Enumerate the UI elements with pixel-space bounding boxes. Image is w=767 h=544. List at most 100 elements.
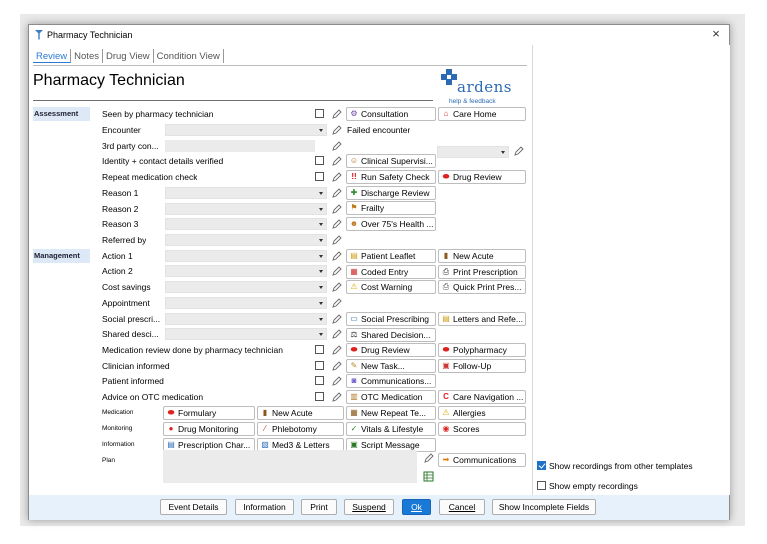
dropdown-reason3[interactable] <box>165 218 327 230</box>
pencil-icon[interactable] <box>331 188 342 199</box>
checkbox-otc-advice[interactable] <box>315 392 324 401</box>
scores-button[interactable]: ◉ Scores <box>438 422 526 436</box>
suspend-button[interactable]: Suspend <box>344 499 394 515</box>
checkbox-clinician-informed[interactable] <box>315 361 324 370</box>
pencil-icon[interactable] <box>331 392 342 403</box>
pencil-icon[interactable] <box>331 298 342 309</box>
checkbox-identity[interactable] <box>315 156 324 165</box>
textbox-3rd-party[interactable] <box>165 140 315 152</box>
care-home-button[interactable]: ⌂ Care Home <box>438 107 526 121</box>
frailty-button[interactable]: ⚑ Frailty <box>346 201 436 215</box>
checkbox-patient-informed[interactable] <box>315 376 324 385</box>
pencil-icon[interactable] <box>331 345 342 356</box>
new-task-button[interactable]: ✎ New Task... <box>346 359 436 373</box>
dropdown-failed-encounter[interactable] <box>437 146 509 158</box>
cancel-button[interactable]: Cancel <box>439 499 485 515</box>
pencil-icon[interactable] <box>331 109 342 120</box>
option-show-other-recordings[interactable]: Show recordings from other templates <box>537 461 693 471</box>
checkbox-checked[interactable] <box>537 461 546 470</box>
help-feedback-link[interactable]: help & feedback <box>449 98 496 105</box>
dropdown-cost-savings[interactable] <box>165 281 327 293</box>
print-button[interactable]: Print <box>301 499 337 515</box>
shared-decision-button[interactable]: ⚖ Shared Decision... <box>346 328 436 342</box>
alert-circle-icon: ● <box>168 424 174 433</box>
drug-review-button[interactable]: ⬬ Drug Review <box>438 170 526 184</box>
follow-up-button[interactable]: ▣ Follow-Up <box>438 359 526 373</box>
pencil-icon[interactable] <box>331 235 342 246</box>
clinical-supervision-button[interactable]: ☺ Clinical Supervisi... <box>346 154 436 168</box>
consultation-button[interactable]: ⚙ Consultation <box>346 107 436 121</box>
close-icon[interactable]: × <box>709 27 723 41</box>
new-acute-button[interactable]: ▮ New Acute <box>438 249 526 263</box>
print-prescription-button[interactable]: ⎙ Print Prescription <box>438 265 526 279</box>
checkbox-unchecked[interactable] <box>537 481 546 490</box>
pencil-icon[interactable] <box>331 361 342 372</box>
right-panel <box>532 45 730 495</box>
cost-warning-button[interactable]: ⚠ Cost Warning <box>346 280 436 294</box>
checkbox-seen[interactable] <box>315 109 324 118</box>
formulary-button[interactable]: ⬬ Formulary <box>163 406 255 420</box>
dropdown-appointment[interactable] <box>165 297 327 309</box>
patient-leaflet-button[interactable]: ▤ Patient Leaflet <box>346 249 436 263</box>
communications-button-2[interactable]: ➡ Communications <box>438 453 526 467</box>
drug-monitoring-button[interactable]: ● Drug Monitoring <box>163 422 255 436</box>
allergies-button[interactable]: ⚠ Allergies <box>438 406 526 420</box>
dropdown-social-prescri[interactable] <box>165 313 327 325</box>
over-75-health-button[interactable]: ☻ Over 75's Health ... <box>346 217 436 231</box>
chevron-down-icon <box>319 286 323 289</box>
coded-entry-button[interactable]: ▦ Coded Entry <box>346 265 436 279</box>
information-button[interactable]: Information <box>235 499 294 515</box>
drug-review-button-2[interactable]: ⬬ Drug Review <box>346 343 436 357</box>
polypharmacy-button[interactable]: ⬬ Polypharmacy <box>438 343 526 357</box>
pencil-icon[interactable] <box>513 146 524 157</box>
option-show-empty-recordings[interactable]: Show empty recordings <box>537 481 638 491</box>
pencil-icon[interactable] <box>331 125 342 136</box>
ok-button[interactable]: Ok <box>402 499 431 515</box>
calendar-icon: ▣ <box>442 361 450 370</box>
pencil-icon[interactable] <box>423 453 434 464</box>
pencil-icon[interactable] <box>331 329 342 340</box>
dropdown-referred-by[interactable] <box>165 234 327 246</box>
pencil-icon[interactable] <box>331 156 342 167</box>
chevron-down-icon <box>319 302 323 305</box>
spreadsheet-icon[interactable] <box>423 471 434 482</box>
plan-textarea[interactable] <box>163 450 417 483</box>
label-medication: Medication <box>102 409 134 416</box>
communications-button[interactable]: ◙ Communications... <box>346 374 436 388</box>
dropdown-encounter[interactable] <box>165 124 327 136</box>
pencil-icon[interactable] <box>331 219 342 230</box>
new-repeat-button[interactable]: ▦ New Repeat Te... <box>346 406 436 420</box>
letters-referrals-button[interactable]: ▤ Letters and Refe... <box>438 312 526 326</box>
new-acute-button-2[interactable]: ▮ New Acute <box>257 406 344 420</box>
phlebotomy-button[interactable]: ⁄ Phlebotomy <box>257 422 344 436</box>
pencil-icon[interactable] <box>331 314 342 325</box>
pencil-icon[interactable] <box>331 282 342 293</box>
dropdown-reason1[interactable] <box>165 187 327 199</box>
quick-print-button[interactable]: ⎙ Quick Print Pres... <box>438 280 526 294</box>
care-navigation-button[interactable]: C Care Navigation ... <box>438 390 526 404</box>
dropdown-action1[interactable] <box>165 250 327 262</box>
ardens-logo[interactable]: ardens help & feedback <box>437 69 511 109</box>
checkbox-med-review[interactable] <box>315 345 324 354</box>
pencil-icon[interactable] <box>331 266 342 277</box>
event-details-button[interactable]: Event Details <box>160 499 227 515</box>
scales-icon: ⚖ <box>350 330 358 339</box>
checkbox-repeat-med[interactable] <box>315 172 324 181</box>
pencil-icon[interactable] <box>331 141 342 152</box>
dropdown-reason2[interactable] <box>165 203 327 215</box>
chevron-down-icon <box>319 333 323 336</box>
pencil-icon[interactable] <box>331 172 342 183</box>
dropdown-shared-desci[interactable] <box>165 328 327 340</box>
pencil-icon[interactable] <box>331 376 342 387</box>
pencil-icon[interactable] <box>331 204 342 215</box>
pencil-icon[interactable] <box>331 251 342 262</box>
social-prescribing-button[interactable]: ▭ Social Prescribing <box>346 312 436 326</box>
otc-medication-button[interactable]: ▥ OTC Medication <box>346 390 436 404</box>
discharge-review-button[interactable]: ✚ Discharge Review <box>346 186 436 200</box>
dropdown-action2[interactable] <box>165 265 327 277</box>
vitals-lifestyle-button[interactable]: ✓ Vitals & Lifestyle <box>346 422 436 436</box>
show-incomplete-fields-button[interactable]: Show Incomplete Fields <box>492 499 596 515</box>
template-form: Pharmacy Technician ardens help & feedba… <box>29 25 531 495</box>
button-label: Run Safety Check <box>361 172 430 182</box>
run-safety-check-button[interactable]: !! Run Safety Check <box>346 170 436 184</box>
